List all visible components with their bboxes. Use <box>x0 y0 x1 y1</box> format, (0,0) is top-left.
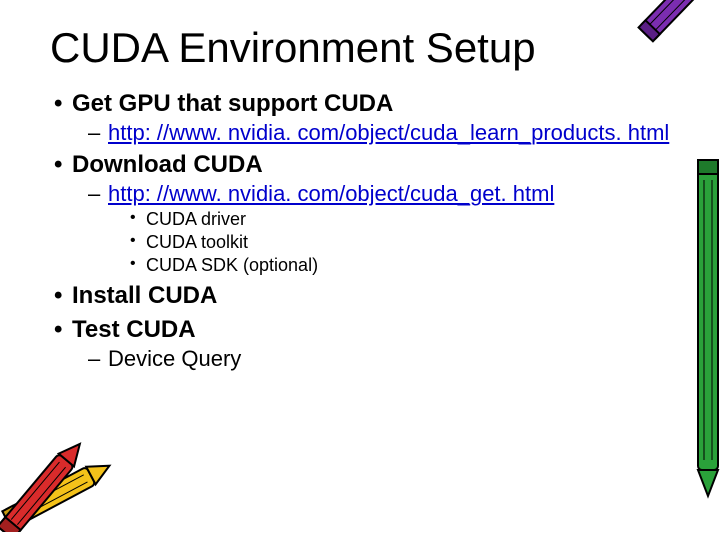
link-text[interactable]: http: //www. nvidia. com/object/cuda_lea… <box>108 120 669 145</box>
slide-title: CUDA Environment Setup <box>50 24 670 72</box>
link-cuda-get[interactable]: http: //www. nvidia. com/object/cuda_get… <box>50 181 670 206</box>
bullet-install-cuda: Install CUDA <box>50 282 670 310</box>
link-text[interactable]: http: //www. nvidia. com/object/cuda_get… <box>108 181 554 206</box>
link-cuda-learn-products[interactable]: http: //www. nvidia. com/object/cuda_lea… <box>50 120 670 145</box>
bullet-get-gpu: Get GPU that support CUDA <box>50 90 670 118</box>
crayon-red-yellow-icon <box>0 432 130 532</box>
subbullet-toolkit: CUDA toolkit <box>50 232 670 253</box>
bullet-list: Get GPU that support CUDA http: //www. n… <box>50 90 670 371</box>
bullet-test-cuda: Test CUDA <box>50 316 670 344</box>
subbullet-sdk: CUDA SDK (optional) <box>50 255 670 276</box>
bullet-download-cuda: Download CUDA <box>50 151 670 179</box>
subbullet-driver: CUDA driver <box>50 209 670 230</box>
subbullet-device-query-text: Device Query <box>108 346 241 371</box>
subbullet-device-query: Device Query <box>50 346 670 371</box>
slide: CUDA Environment Setup Get GPU that supp… <box>0 0 720 371</box>
